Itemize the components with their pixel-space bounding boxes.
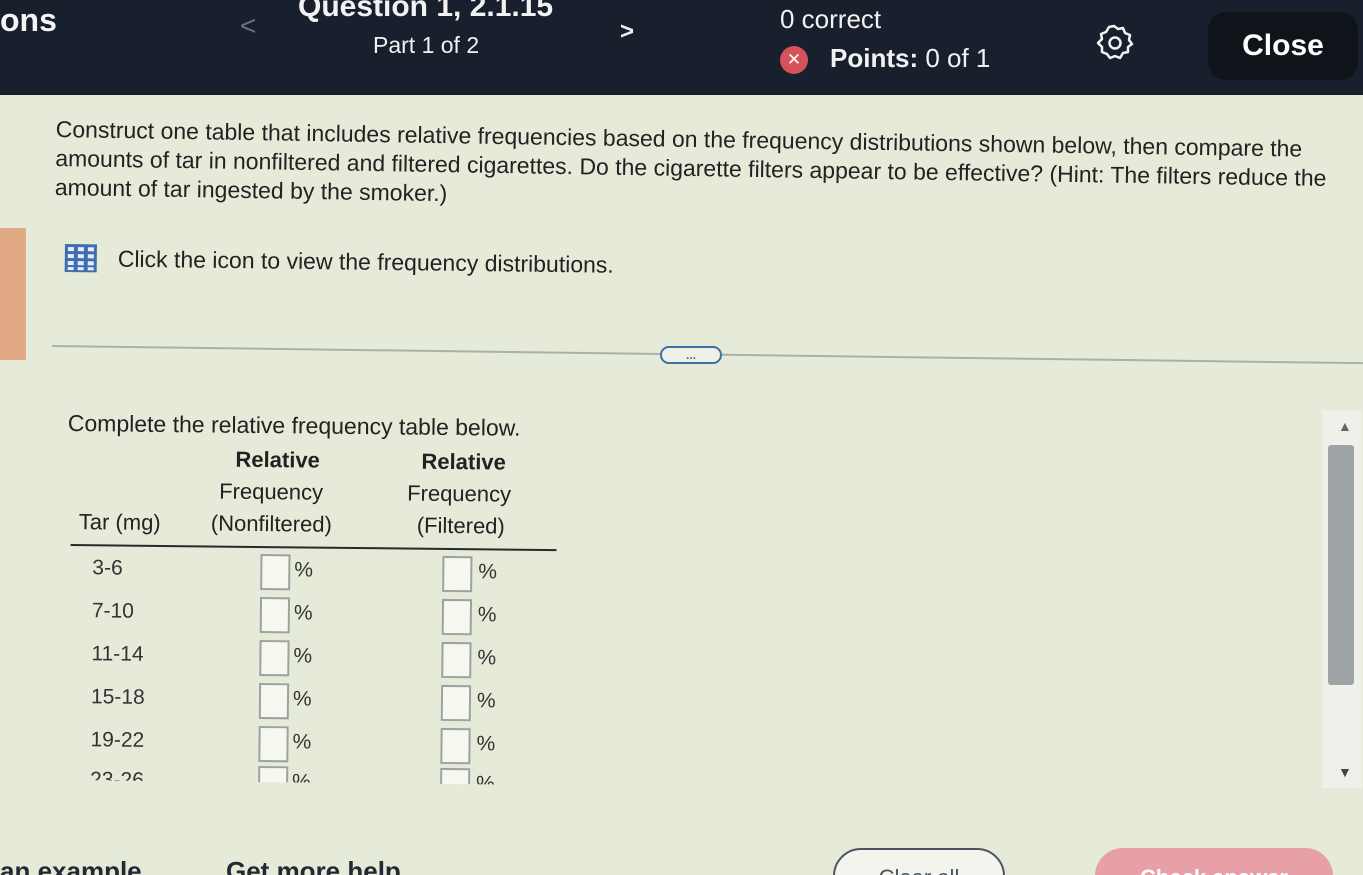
percent-unit: % <box>476 732 496 756</box>
percent-unit: % <box>293 601 313 625</box>
percent-unit: % <box>293 644 313 668</box>
tar-range: 23-26 <box>90 768 144 786</box>
tar-range: 7-10 <box>91 599 135 623</box>
points-value: 0 of 1 <box>925 43 991 73</box>
close-button[interactable]: Close <box>1208 12 1358 80</box>
filtered-input[interactable] <box>441 641 472 679</box>
next-question-button[interactable]: > <box>620 18 634 46</box>
table-row: 11-14 % % <box>65 636 565 681</box>
scrollbar-thumb[interactable] <box>1328 445 1354 685</box>
grid-table-icon[interactable] <box>64 243 98 273</box>
col3-header-line3: (Filtered) <box>416 512 505 539</box>
tar-range: 11-14 <box>91 642 144 666</box>
col3-header-line2: Frequency <box>407 480 512 507</box>
relative-frequency-table: Complete the relative frequency table be… <box>67 410 568 786</box>
filtered-input[interactable] <box>440 727 471 765</box>
nonfiltered-input[interactable] <box>258 683 290 720</box>
filtered-input[interactable] <box>441 598 473 636</box>
view-example-link[interactable]: an example <box>0 856 142 875</box>
points-label: Points: <box>830 43 919 73</box>
col1-header: Tar (mg) <box>78 509 161 535</box>
x-circle-icon: ✕ <box>780 46 808 74</box>
percent-unit: % <box>476 689 496 713</box>
col2-header-line1: Relative <box>235 446 321 473</box>
table-row: 19-22 % % <box>64 722 564 767</box>
get-more-help-link[interactable]: Get more help <box>226 856 401 875</box>
nonfiltered-input[interactable] <box>259 640 290 677</box>
settings-button[interactable] <box>1094 22 1134 62</box>
header-bar: ons < Question 1, 2.1.15 Part 1 of 2 > 0… <box>0 0 1363 95</box>
table-row: 15-18 % % <box>65 679 565 724</box>
frequency-link-text[interactable]: Click the icon to view the frequency dis… <box>118 245 614 278</box>
filtered-input[interactable] <box>442 555 473 593</box>
percent-unit: % <box>291 770 311 786</box>
clear-all-button[interactable]: Clear all <box>833 848 1005 875</box>
table-row: 7-10 % % <box>66 593 566 638</box>
chevron-right-icon: > <box>620 18 635 45</box>
col3-header-line1: Relative <box>421 448 507 475</box>
question-title: Question 1, 2.1.15 <box>298 0 554 23</box>
table-header: Relative Frequency (Nonfiltered) Relativ… <box>67 443 568 540</box>
percent-unit: % <box>477 646 497 670</box>
frequency-distribution-link[interactable]: Click the icon to view the frequency dis… <box>64 243 614 280</box>
tar-range: 3-6 <box>92 556 123 580</box>
filtered-input[interactable] <box>440 684 472 722</box>
scroll-up-arrow-icon[interactable]: ▲ <box>1338 418 1352 434</box>
tar-range: 19-22 <box>90 728 145 752</box>
check-answer-button[interactable]: Check answer <box>1095 848 1333 875</box>
table-row: 3-6 % % <box>66 550 566 595</box>
percent-unit: % <box>292 687 312 711</box>
chevron-left-icon: < <box>240 10 257 41</box>
left-accent-strip <box>0 228 26 360</box>
correct-count: 0 correct <box>780 4 882 34</box>
question-part: Part 1 of 2 <box>373 32 480 58</box>
percent-unit: % <box>478 560 498 584</box>
col2-header-line3: (Nonfiltered) <box>210 510 332 537</box>
percent-unit: % <box>292 730 312 754</box>
percent-unit: % <box>294 558 314 582</box>
tar-range: 15-18 <box>90 685 145 709</box>
percent-unit: % <box>475 772 495 786</box>
percent-unit: % <box>477 603 497 627</box>
filtered-input[interactable] <box>439 767 471 786</box>
table-instruction: Complete the relative frequency table be… <box>67 410 521 441</box>
previous-question-button[interactable]: < <box>240 10 256 42</box>
gear-icon <box>1096 24 1134 60</box>
nonfiltered-input[interactable] <box>257 766 289 786</box>
question-prompt: Construct one table that includes relati… <box>54 115 1327 207</box>
points-display: Points: 0 of 1 <box>830 43 990 74</box>
scroll-down-arrow-icon[interactable]: ▼ <box>1338 764 1352 780</box>
col2-header-line2: Frequency <box>219 478 324 505</box>
expand-more-button[interactable]: ... <box>660 346 722 364</box>
nonfiltered-input[interactable] <box>260 554 291 591</box>
nonfiltered-input[interactable] <box>258 726 289 763</box>
table-row: 23-26 % % <box>64 762 564 786</box>
nonfiltered-input[interactable] <box>259 597 291 634</box>
app-brand: ons <box>0 2 57 38</box>
